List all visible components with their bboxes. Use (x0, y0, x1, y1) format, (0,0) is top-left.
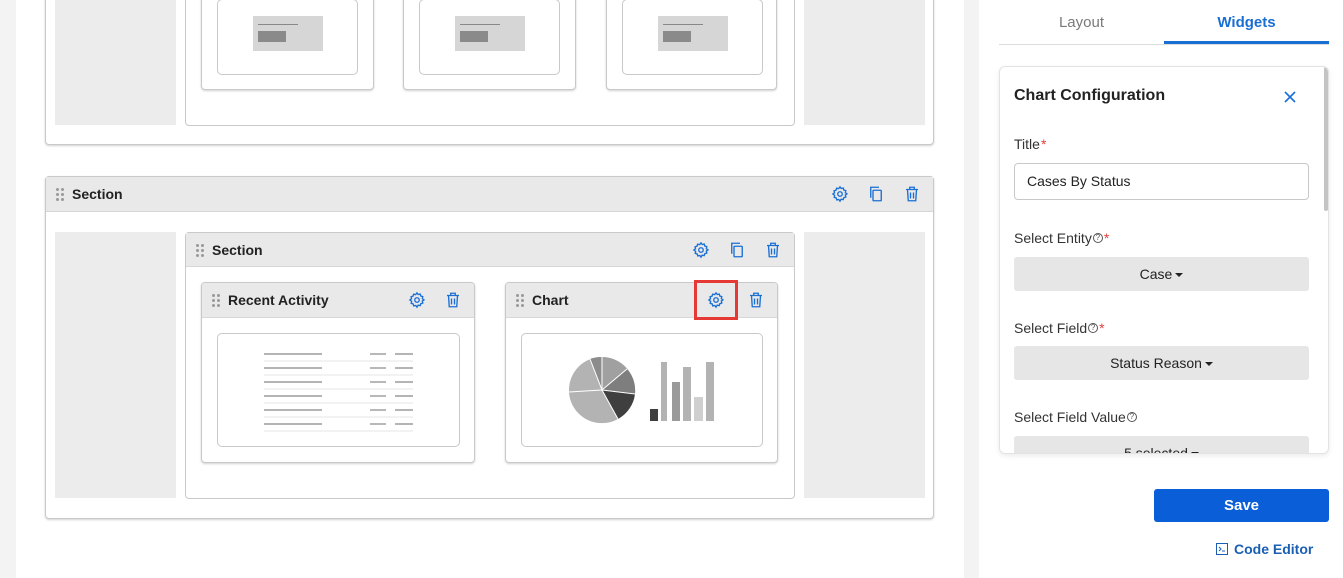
top-outer-section (45, 0, 934, 145)
kpi-placeholder (253, 16, 323, 51)
title-label: Title * (1014, 136, 1046, 152)
required-marker: * (1040, 136, 1047, 152)
recent-activity-title: Recent Activity (228, 292, 329, 308)
close-icon[interactable] (1281, 88, 1299, 106)
config-scrollbar[interactable] (1324, 67, 1328, 211)
settings-icon[interactable] (688, 237, 714, 263)
chart-widget-header[interactable]: Chart (506, 280, 777, 320)
panel-divider (964, 0, 979, 578)
delete-icon[interactable] (743, 287, 769, 313)
widget-preview (217, 0, 358, 75)
kpi-line (460, 24, 500, 25)
recent-activity-header[interactable]: Recent Activity (202, 283, 474, 318)
kpi-line (258, 24, 298, 25)
canvas-inner: Section Section Recent Activity Chart (16, 0, 964, 578)
activity-list-illustration (264, 353, 413, 432)
select-entity-label-text: Select Entity (1014, 230, 1092, 246)
settings-icon[interactable] (694, 280, 738, 320)
drag-handle-icon[interactable] (56, 188, 64, 201)
outer-section[interactable]: Section Section Recent Activity Chart (45, 176, 934, 519)
copy-icon[interactable] (863, 181, 889, 207)
config-title: Chart Configuration (1014, 87, 1166, 104)
panel-tabs: Layout Widgets (999, 0, 1329, 45)
select-field-label-text: Select Field (1014, 320, 1088, 336)
code-editor-link[interactable]: Code Editor (1216, 541, 1313, 557)
kpi-placeholder (455, 16, 525, 51)
drag-handle-icon[interactable] (516, 294, 524, 307)
outer-section-title: Section (72, 186, 123, 202)
tab-layout[interactable]: Layout (999, 0, 1164, 44)
drag-handle-icon[interactable] (212, 294, 220, 307)
caret-down-icon (1175, 273, 1184, 278)
top-left-filler (55, 0, 176, 125)
top-widget-c[interactable] (606, 0, 777, 90)
recent-activity-actions (404, 287, 466, 313)
select-field-value-label-text: Select Field Value (1014, 409, 1126, 425)
select-entity-dropdown[interactable]: Case (1014, 257, 1309, 291)
kpi-placeholder (658, 16, 728, 51)
copy-icon[interactable] (724, 237, 750, 263)
kpi-block (460, 31, 488, 42)
title-input[interactable]: Cases By Status (1014, 163, 1309, 200)
required-marker: * (1103, 230, 1110, 246)
top-widget-a[interactable] (201, 0, 374, 90)
chart-preview (521, 333, 763, 447)
kpi-line (663, 24, 703, 25)
select-field-value-dropdown[interactable]: 5 selected (1014, 436, 1309, 454)
recent-activity-preview (217, 333, 460, 447)
caret-down-icon (1204, 362, 1213, 367)
inner-section-title: Section (212, 241, 263, 258)
help-icon[interactable]: ? (1092, 233, 1103, 243)
top-widget-b[interactable] (403, 0, 576, 90)
top-inner-section (185, 0, 795, 126)
select-entity-label: Select Entity? * (1014, 230, 1109, 246)
chart-widget[interactable]: Chart (505, 280, 778, 463)
delete-icon[interactable] (760, 237, 786, 263)
widget-preview (622, 0, 763, 75)
outer-right-filler (804, 232, 925, 498)
drag-handle-icon[interactable] (196, 243, 204, 257)
inner-section-header[interactable]: Section (186, 233, 794, 267)
title-label-text: Title (1014, 136, 1040, 152)
widget-preview (419, 0, 560, 75)
recent-activity-widget[interactable]: Recent Activity (201, 282, 475, 463)
select-field-dropdown[interactable]: Status Reason (1014, 346, 1309, 380)
code-editor-icon (1216, 543, 1228, 555)
chart-illustration (568, 356, 714, 424)
select-entity-value: Case (1139, 266, 1173, 282)
inner-section-actions (688, 237, 786, 263)
select-field-value-value: 5 selected (1124, 445, 1188, 454)
page-canvas: Section Section Recent Activity Chart (0, 0, 964, 578)
settings-icon[interactable] (827, 181, 853, 207)
chart-configuration-panel: Chart Configuration Title * Cases By Stat… (999, 66, 1329, 454)
outer-section-header[interactable]: Section (46, 177, 933, 212)
outer-section-actions (827, 181, 925, 207)
caret-down-icon (1190, 452, 1199, 453)
select-field-value-label: Select Field Value? (1014, 409, 1137, 425)
select-field-value: Status Reason (1110, 355, 1202, 371)
inner-section[interactable]: Section Recent Activity Chart (185, 232, 795, 499)
select-field-label: Select Field? * (1014, 320, 1105, 336)
chart-widget-actions (694, 280, 769, 320)
required-marker: * (1099, 320, 1105, 336)
help-icon[interactable]: ? (1126, 412, 1137, 422)
delete-icon[interactable] (440, 287, 466, 313)
code-editor-label: Code Editor (1234, 541, 1314, 557)
kpi-block (663, 31, 691, 42)
chart-widget-title: Chart (532, 292, 569, 308)
settings-icon[interactable] (404, 287, 430, 313)
outer-left-filler (55, 232, 176, 498)
save-button[interactable]: Save (1154, 489, 1329, 522)
tab-widgets[interactable]: Widgets (1164, 0, 1329, 44)
help-icon[interactable]: ? (1088, 323, 1099, 333)
kpi-block (258, 31, 286, 42)
delete-icon[interactable] (899, 181, 925, 207)
top-right-filler (804, 0, 925, 125)
